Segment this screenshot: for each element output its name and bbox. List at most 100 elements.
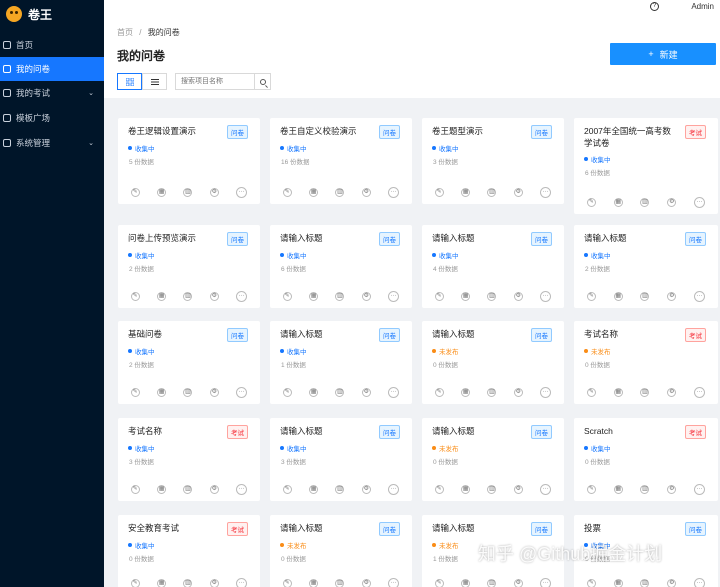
edit-icon[interactable]: ✎	[434, 578, 444, 587]
chart-icon[interactable]: ▥	[335, 578, 345, 587]
chart-icon[interactable]: ▥	[183, 484, 193, 494]
table-icon[interactable]: ▦	[461, 484, 471, 494]
card-title[interactable]: 投票	[584, 522, 679, 534]
more-icon[interactable]: ···	[388, 483, 400, 495]
table-icon[interactable]: ▦	[309, 387, 319, 397]
table-icon[interactable]: ▦	[461, 291, 471, 301]
table-icon[interactable]: ▦	[461, 578, 471, 587]
chart-icon[interactable]: ▥	[640, 197, 650, 207]
survey-card[interactable]: 请输入标题 问卷 未发布 0 份数据 ✎ ▦ ▥ ⚙ ···	[270, 515, 412, 587]
card-title[interactable]: 请输入标题	[280, 425, 375, 437]
card-title[interactable]: 卷王自定义校验演示	[280, 125, 375, 137]
edit-icon[interactable]: ✎	[282, 578, 292, 587]
edit-icon[interactable]: ✎	[434, 187, 444, 197]
settings-icon[interactable]: ⚙	[209, 578, 219, 587]
table-icon[interactable]: ▦	[613, 291, 623, 301]
more-icon[interactable]: ···	[388, 290, 400, 302]
settings-icon[interactable]: ⚙	[667, 291, 677, 301]
table-icon[interactable]: ▦	[157, 187, 167, 197]
more-icon[interactable]: ···	[236, 483, 248, 495]
logo[interactable]: 卷王	[0, 0, 104, 28]
grid-view-icon[interactable]	[117, 73, 142, 90]
card-title[interactable]: 考试名称	[584, 328, 679, 340]
card-title[interactable]: 请输入标题	[280, 522, 375, 534]
settings-icon[interactable]: ⚙	[209, 187, 219, 197]
more-icon[interactable]: ···	[694, 577, 706, 587]
card-title[interactable]: 请输入标题	[432, 522, 527, 534]
survey-card[interactable]: Scratch 考试 收集中 0 份数据 ✎ ▦ ▥ ⚙ ···	[574, 418, 718, 501]
edit-icon[interactable]: ✎	[130, 484, 140, 494]
sidebar-item[interactable]: 模板广场	[0, 106, 104, 130]
card-title[interactable]: 请输入标题	[432, 425, 527, 437]
chart-icon[interactable]: ▥	[487, 484, 497, 494]
table-icon[interactable]: ▦	[309, 187, 319, 197]
survey-card[interactable]: 问卷上传预览演示 问卷 收集中 2 份数据 ✎ ▦ ▥ ⚙ ···	[118, 225, 260, 308]
chart-icon[interactable]: ▥	[640, 291, 650, 301]
chart-icon[interactable]: ▥	[183, 387, 193, 397]
user-name[interactable]: Admin	[691, 2, 714, 11]
survey-card[interactable]: 考试名称 考试 收集中 3 份数据 ✎ ▦ ▥ ⚙ ···	[118, 418, 260, 501]
sidebar-item[interactable]: 我的问卷	[0, 57, 104, 81]
edit-icon[interactable]: ✎	[130, 187, 140, 197]
table-icon[interactable]: ▦	[461, 187, 471, 197]
card-title[interactable]: 请输入标题	[432, 232, 527, 244]
survey-card[interactable]: 请输入标题 问卷 收集中 4 份数据 ✎ ▦ ▥ ⚙ ···	[422, 225, 564, 308]
settings-icon[interactable]: ⚙	[513, 578, 523, 587]
edit-icon[interactable]: ✎	[130, 291, 140, 301]
settings-icon[interactable]: ⚙	[667, 484, 677, 494]
more-icon[interactable]: ···	[694, 386, 706, 398]
edit-icon[interactable]: ✎	[586, 387, 596, 397]
help-icon[interactable]: ?	[650, 2, 659, 11]
card-title[interactable]: 2007年全国统一高考数学试卷	[584, 125, 679, 149]
chart-icon[interactable]: ▥	[487, 387, 497, 397]
edit-icon[interactable]: ✎	[434, 484, 444, 494]
settings-icon[interactable]: ⚙	[361, 187, 371, 197]
card-title[interactable]: 请输入标题	[584, 232, 679, 244]
chart-icon[interactable]: ▥	[335, 484, 345, 494]
edit-icon[interactable]: ✎	[586, 578, 596, 587]
settings-icon[interactable]: ⚙	[361, 291, 371, 301]
chart-icon[interactable]: ▥	[183, 187, 193, 197]
card-title[interactable]: 请输入标题	[280, 328, 375, 340]
card-title[interactable]: 考试名称	[128, 425, 223, 437]
table-icon[interactable]: ▦	[157, 484, 167, 494]
chart-icon[interactable]: ▥	[640, 387, 650, 397]
chart-icon[interactable]: ▥	[183, 578, 193, 587]
survey-card[interactable]: 2007年全国统一高考数学试卷 考试 收集中 6 份数据 ✎ ▦ ▥ ⚙ ···	[574, 118, 718, 214]
settings-icon[interactable]: ⚙	[209, 484, 219, 494]
settings-icon[interactable]: ⚙	[209, 387, 219, 397]
chart-icon[interactable]: ▥	[487, 578, 497, 587]
survey-card[interactable]: 考试名称 考试 未发布 0 份数据 ✎ ▦ ▥ ⚙ ···	[574, 321, 718, 404]
table-icon[interactable]: ▦	[157, 578, 167, 587]
more-icon[interactable]: ···	[388, 577, 400, 587]
list-view-icon[interactable]	[142, 73, 167, 90]
settings-icon[interactable]: ⚙	[209, 291, 219, 301]
more-icon[interactable]: ···	[694, 483, 706, 495]
settings-icon[interactable]: ⚙	[361, 484, 371, 494]
settings-icon[interactable]: ⚙	[667, 197, 677, 207]
sidebar-item[interactable]: 系统管理 ⌄	[0, 131, 104, 155]
more-icon[interactable]: ···	[236, 577, 248, 587]
new-button[interactable]: + 新建	[610, 43, 716, 65]
survey-card[interactable]: 基础问卷 问卷 收集中 2 份数据 ✎ ▦ ▥ ⚙ ···	[118, 321, 260, 404]
more-icon[interactable]: ···	[540, 577, 552, 587]
settings-icon[interactable]: ⚙	[513, 187, 523, 197]
table-icon[interactable]: ▦	[309, 484, 319, 494]
more-icon[interactable]: ···	[694, 290, 706, 302]
chart-icon[interactable]: ▥	[335, 387, 345, 397]
edit-icon[interactable]: ✎	[130, 387, 140, 397]
more-icon[interactable]: ···	[540, 186, 552, 198]
survey-card[interactable]: 请输入标题 问卷 收集中 2 份数据 ✎ ▦ ▥ ⚙ ···	[574, 225, 718, 308]
card-title[interactable]: 安全教育考试	[128, 522, 223, 534]
card-title[interactable]: 问卷上传预览演示	[128, 232, 223, 244]
chart-icon[interactable]: ▥	[487, 291, 497, 301]
card-title[interactable]: 卷王题型演示	[432, 125, 527, 137]
more-icon[interactable]: ···	[540, 483, 552, 495]
more-icon[interactable]: ···	[694, 196, 706, 208]
card-title[interactable]: 基础问卷	[128, 328, 223, 340]
survey-card[interactable]: 卷王逻辑设置演示 问卷 收集中 5 份数据 ✎ ▦ ▥ ⚙ ···	[118, 118, 260, 204]
chart-icon[interactable]: ▥	[487, 187, 497, 197]
card-title[interactable]: 请输入标题	[432, 328, 527, 340]
settings-icon[interactable]: ⚙	[513, 484, 523, 494]
more-icon[interactable]: ···	[236, 290, 248, 302]
